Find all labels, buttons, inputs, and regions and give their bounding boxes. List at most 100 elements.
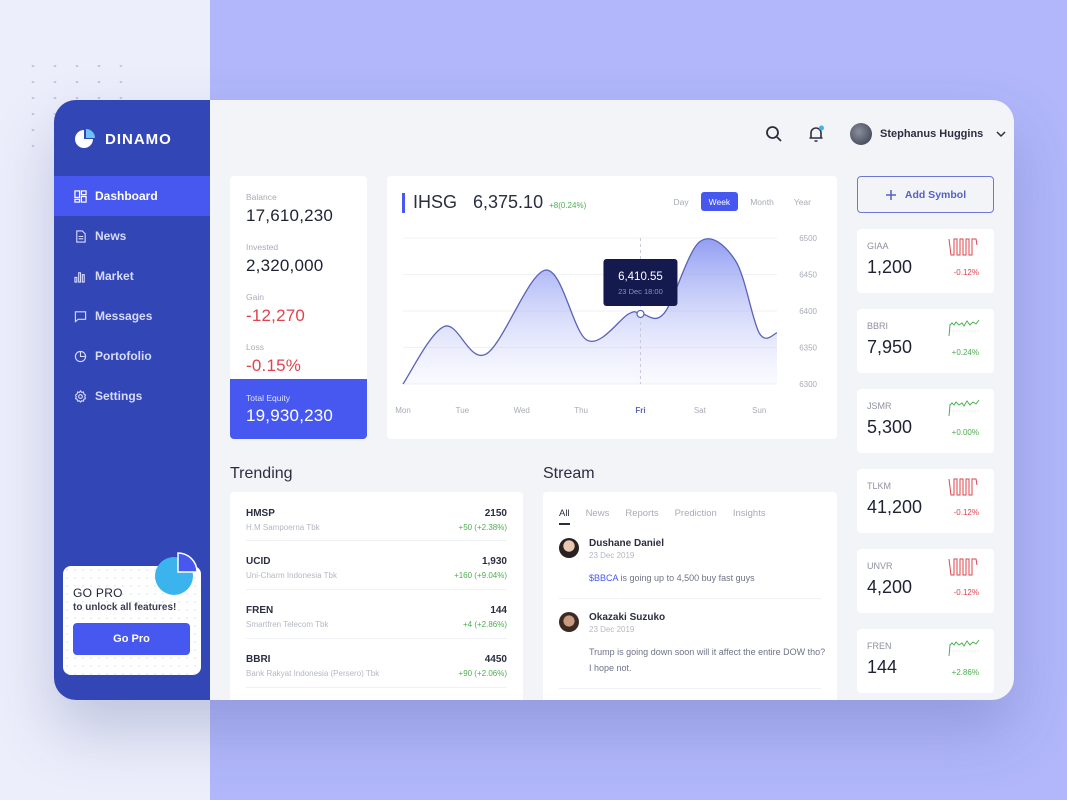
watch-change: -0.12%: [953, 268, 979, 277]
trending-change: +90 (+2.06%): [458, 669, 507, 678]
trending-price: 2150: [484, 508, 507, 519]
total-equity: Total Equity 19,930,230: [230, 379, 367, 439]
trending-price: 4450: [484, 654, 507, 665]
chart-symbol: IHSG: [413, 192, 458, 212]
search-icon[interactable]: [764, 124, 784, 144]
chart-accent-bar: [402, 192, 405, 213]
period-selector: Day Week Month Year: [665, 192, 819, 211]
avatar: [559, 612, 579, 632]
user-menu[interactable]: Stephanus Huggins: [850, 123, 1007, 145]
gain-value: -12,270: [246, 306, 306, 325]
post-author: Dushane Daniel: [589, 538, 665, 549]
sparkline-down: [948, 558, 978, 576]
trending-name: H.M Sampoerna Tbk: [246, 523, 320, 532]
period-year[interactable]: Year: [786, 192, 819, 211]
trending-price: 1,930: [481, 556, 507, 567]
invested-stat: Invested 2,320,000: [230, 242, 367, 276]
post-author: Okazaki Suzuko: [589, 612, 666, 623]
trending-change: +4 (+2.86%): [462, 620, 507, 629]
watchlist-item[interactable]: BBRI 7,950 +0.24%: [857, 309, 994, 373]
stream-tabs: All News Reports Prediction Insights: [559, 492, 821, 525]
trending-symbol: FREN: [246, 605, 274, 616]
tooltip-value: 6,410.55: [618, 271, 663, 283]
promo-subtitle: to unlock all features!: [73, 602, 177, 613]
tab-reports[interactable]: Reports: [625, 508, 658, 525]
y-tick-label: 6500: [799, 234, 817, 243]
loss-value: -0.15%: [246, 356, 302, 375]
sidebar-item-label: Settings: [95, 389, 143, 403]
trending-name: Bank Rakyat Indonesia (Persero) Tbk: [246, 669, 380, 678]
trending-name: Smartfren Telecom Tbk: [246, 620, 329, 629]
sidebar: DINAMO Dashboard News Market Messages Po…: [54, 100, 210, 700]
sidebar-item-messages[interactable]: Messages: [54, 296, 210, 336]
post-body: is going up to 4,500 buy fast guys: [618, 573, 755, 583]
tab-all[interactable]: All: [559, 508, 570, 525]
stream-post[interactable]: Okazaki Suzuko 23 Dec 2019 Trump is goin…: [559, 599, 825, 689]
y-tick-label: 6400: [799, 307, 817, 316]
sparkline-up: [948, 639, 980, 657]
sidebar-item-portofolio[interactable]: Portofolio: [54, 336, 210, 376]
go-pro-button[interactable]: Go Pro: [73, 623, 190, 655]
trending-price: 144: [490, 605, 507, 616]
trending-symbol: UCID: [246, 556, 271, 567]
chart-price: 6,375.10: [473, 192, 544, 212]
balance-label: Balance: [246, 192, 277, 202]
x-tick-label: Tue: [456, 406, 470, 415]
period-week[interactable]: Week: [700, 192, 739, 211]
app-window: DINAMO Dashboard News Market Messages Po…: [54, 100, 1014, 700]
price-chart[interactable]: 6300 6350 6400 6450 6500 Mon Tue Wed Thu Fri Sat Su…: [387, 226, 837, 436]
trending-row[interactable]: FREN Smartfren Telecom Tbk 144 +4 (+2.86%): [246, 590, 507, 639]
period-day[interactable]: Day: [665, 192, 696, 211]
watchlist-item[interactable]: GIAA 1,200 -0.12%: [857, 229, 994, 293]
sidebar-item-label: Market: [95, 269, 134, 283]
stream-post[interactable]: Dushane Daniel 23 Dec 2019 $BBCA is goin…: [559, 525, 821, 599]
bell-icon[interactable]: [806, 124, 826, 144]
tab-prediction[interactable]: Prediction: [675, 508, 717, 525]
brand-name: DINAMO: [105, 130, 172, 148]
trending-name: Uni-Charm Indonesia Tbk: [246, 571, 338, 580]
chart-header: IHSG 6,375.10 +8(0.24%): [402, 192, 586, 213]
sidebar-item-settings[interactable]: Settings: [54, 376, 210, 416]
tab-insights[interactable]: Insights: [733, 508, 766, 525]
tab-news[interactable]: News: [586, 508, 610, 525]
period-month[interactable]: Month: [742, 192, 782, 211]
sidebar-item-label: Portofolio: [95, 349, 152, 363]
sparkline-down: [948, 238, 978, 256]
x-tick-label: Sat: [694, 406, 707, 415]
watchlist-item[interactable]: UNVR 4,200 -0.12%: [857, 549, 994, 613]
watch-change: +0.24%: [951, 348, 979, 357]
post-tag[interactable]: $BBCA: [589, 573, 618, 583]
balance-value: 17,610,230: [246, 206, 334, 225]
avatar: [559, 538, 579, 558]
watchlist-item[interactable]: TLKM 41,200 -0.12%: [857, 469, 994, 533]
add-symbol-button[interactable]: Add Symbol: [857, 176, 994, 213]
watch-change: +0.00%: [951, 428, 979, 437]
balance-stat: Balance 17,610,230: [230, 192, 367, 226]
watchlist-item[interactable]: JSMR 5,300 +0.00%: [857, 389, 994, 453]
loss-stat: Loss -0.15%: [230, 342, 367, 376]
x-tick-label: Mon: [395, 406, 411, 415]
trending-row[interactable]: BBCA 5560: [246, 688, 507, 700]
sidebar-item-dashboard[interactable]: Dashboard: [54, 176, 210, 216]
watch-change: +2.86%: [951, 668, 979, 677]
logo[interactable]: DINAMO: [74, 128, 172, 150]
stream-feed: All News Reports Prediction Insights Dus…: [543, 492, 837, 700]
tooltip-point: [636, 309, 645, 319]
trending-row[interactable]: HMSP H.M Sampoerna Tbk 2150 +50 (+2.38%): [246, 492, 507, 541]
sidebar-nav: Dashboard News Market Messages Portofoli…: [54, 176, 210, 416]
watchlist-item[interactable]: FREN 144 +2.86%: [857, 629, 994, 693]
ihsg-chart-card: IHSG 6,375.10 +8(0.24%) Day Week Month Y…: [387, 176, 837, 439]
add-symbol-label: Add Symbol: [904, 188, 967, 201]
invested-value: 2,320,000: [246, 256, 324, 275]
trending-row[interactable]: UCID Uni-Charm Indonesia Tbk 1,930 +160 (+…: [246, 541, 507, 590]
gain-stat: Gain -12,270: [230, 292, 367, 326]
trending-row[interactable]: BBRI Bank Rakyat Indonesia (Persero) Tbk …: [246, 639, 507, 688]
x-tick-label: Sun: [752, 406, 766, 415]
x-tick-label: Thu: [574, 406, 588, 415]
sidebar-item-market[interactable]: Market: [54, 256, 210, 296]
sidebar-item-label: Dashboard: [95, 189, 158, 203]
news-icon: [74, 229, 87, 243]
watch-change: -0.12%: [953, 508, 979, 517]
sidebar-item-label: News: [95, 229, 127, 243]
sidebar-item-news[interactable]: News: [54, 216, 210, 256]
